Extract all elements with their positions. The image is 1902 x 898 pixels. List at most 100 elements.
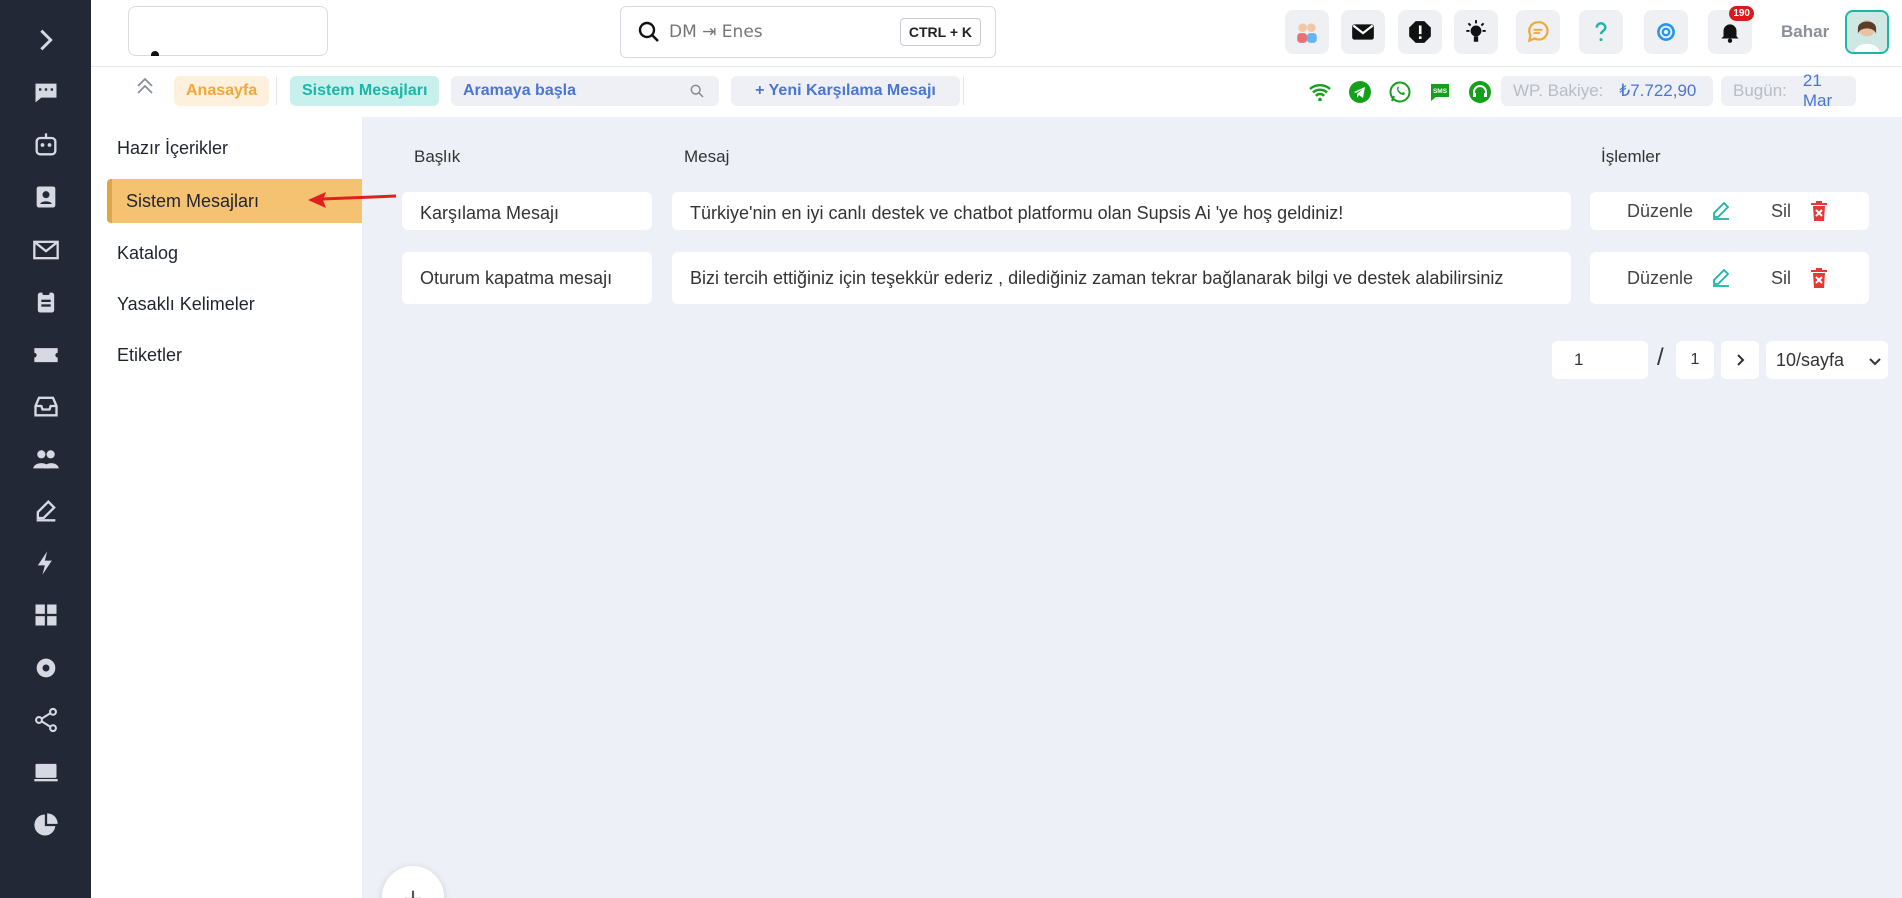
notifications-button[interactable]: 190 [1708,6,1754,54]
clipboard-icon [37,290,54,313]
search-input[interactable] [669,22,889,42]
grid-icon [35,604,56,626]
rail-contacts[interactable] [0,175,91,219]
sidebar-item-ready-contents[interactable]: Hazır İçerikler [91,126,362,170]
feedback-button[interactable] [1516,10,1560,54]
sidebar-item-tags[interactable]: Etiketler [91,333,362,377]
rail-devices[interactable] [0,750,91,794]
pencil-note-icon [36,500,56,522]
trash-icon[interactable] [1807,266,1831,290]
rail-settings[interactable] [0,646,91,690]
wp-balance: WP. Bakiye: ₺7.722,90 [1501,76,1713,106]
gear-icon [36,658,55,678]
page-size-value: 10/sayfa [1776,349,1845,370]
rail-inbox[interactable] [0,384,91,428]
search-icon [690,84,704,98]
column-header-actions: İşlemler [1601,147,1661,166]
rail-automation[interactable] [0,541,91,585]
question-icon [1595,22,1607,42]
divider [963,77,964,105]
wp-balance-value: ₺7.722,90 [1619,81,1697,100]
rail-tickets[interactable] [0,332,91,376]
rail-chat[interactable] [0,71,91,115]
sub-toolbar: Anasayfa Sistem Mesajları Aramaya başla … [91,67,1902,117]
rail-bot[interactable] [0,123,91,167]
pencil-icon[interactable] [1709,266,1733,290]
mail-icon [32,240,59,260]
content-sidebar: Hazır İçerikler Sistem Mesajları Katalog… [91,117,362,898]
page-number-input[interactable] [1562,341,1648,379]
share-icon [34,707,57,733]
divider [276,77,277,105]
page-search-placeholder: Aramaya başla [463,82,576,99]
agents-button[interactable] [1285,10,1329,54]
ticket-icon [33,348,58,363]
page-search[interactable]: Aramaya başla [451,76,719,106]
rail-forms[interactable] [0,489,91,533]
rail-mail[interactable] [0,228,91,272]
svg-text:SMS: SMS [1433,88,1448,95]
today-label: Bugün: [1733,81,1787,100]
support-channel[interactable] [1468,80,1492,104]
row-message: Bizi tercih ettiğiniz için teşekkür eder… [672,252,1571,304]
total-pages: 1 [1676,341,1714,379]
bell-icon [1721,24,1739,43]
wp-balance-label: WP. Bakiye: [1513,81,1604,100]
sidebar-item-catalog[interactable]: Katalog [91,231,362,275]
alert-octagon-icon [1409,21,1431,43]
username[interactable]: Bahar [1781,22,1829,42]
chevron-down-icon [1869,358,1881,366]
avatar[interactable] [1845,10,1889,54]
global-search[interactable]: CTRL + K [620,6,996,58]
settings-button[interactable] [1644,10,1688,54]
annotation-arrow [308,192,397,208]
telegram-icon [1349,81,1371,103]
floating-add-button[interactable]: + [382,866,444,898]
help-button[interactable] [1579,10,1623,54]
chevron-up-icon[interactable] [133,75,157,99]
headset-icon [1469,81,1491,103]
search-icon [638,21,659,42]
users-icon [32,450,59,469]
whatsapp-channel[interactable] [1388,80,1412,104]
sms-icon: SMS [1431,84,1449,101]
edit-button[interactable]: Düzenle [1627,201,1693,222]
robot-icon [35,133,56,156]
row-message: Türkiye'nin en iyi canlı destek ve chatb… [672,192,1571,230]
new-welcome-message-button[interactable]: + Yeni Karşılama Mesajı [731,76,960,106]
envelope-icon [1352,24,1374,40]
agents-avatar-icon [1297,23,1317,43]
row-title: Karşılama Mesajı [402,192,652,230]
expand-menu-button[interactable] [0,18,91,62]
inbox-icon [33,396,58,417]
whatsapp-icon [1389,81,1411,103]
row-actions: Düzenle Sil [1590,252,1869,304]
sms-channel[interactable]: SMS [1428,80,1452,104]
logo-box[interactable] [128,6,328,56]
mail-button[interactable] [1341,10,1385,54]
breadcrumb-home[interactable]: Anasayfa [174,76,270,106]
page-size-select[interactable]: 10/sayfa [1766,341,1888,379]
rail-tasks[interactable] [0,280,91,324]
rail-dashboard[interactable] [0,593,91,637]
connection-status[interactable] [1308,80,1332,104]
rail-share[interactable] [0,698,91,742]
pencil-icon[interactable] [1709,199,1733,223]
rail-reports[interactable] [0,803,91,847]
lightning-icon [37,551,52,575]
trash-icon[interactable] [1807,199,1831,223]
contact-card-icon [36,186,55,208]
monitor-icon [33,763,58,782]
row-title: Oturum kapatma mesajı [402,252,652,304]
today-date: Bugün: 21 Mar [1721,71,1856,110]
delete-button[interactable]: Sil [1771,201,1791,222]
theme-button[interactable] [1454,10,1498,54]
delete-button[interactable]: Sil [1771,268,1791,289]
sidebar-item-banned-words[interactable]: Yasaklı Kelimeler [91,282,362,326]
alert-button[interactable] [1398,10,1442,54]
edit-button[interactable]: Düzenle [1627,268,1693,289]
rail-users[interactable] [0,437,91,481]
next-page-button[interactable] [1721,341,1759,379]
telegram-channel[interactable] [1348,80,1372,104]
breadcrumb-current[interactable]: Sistem Mesajları [290,76,440,106]
